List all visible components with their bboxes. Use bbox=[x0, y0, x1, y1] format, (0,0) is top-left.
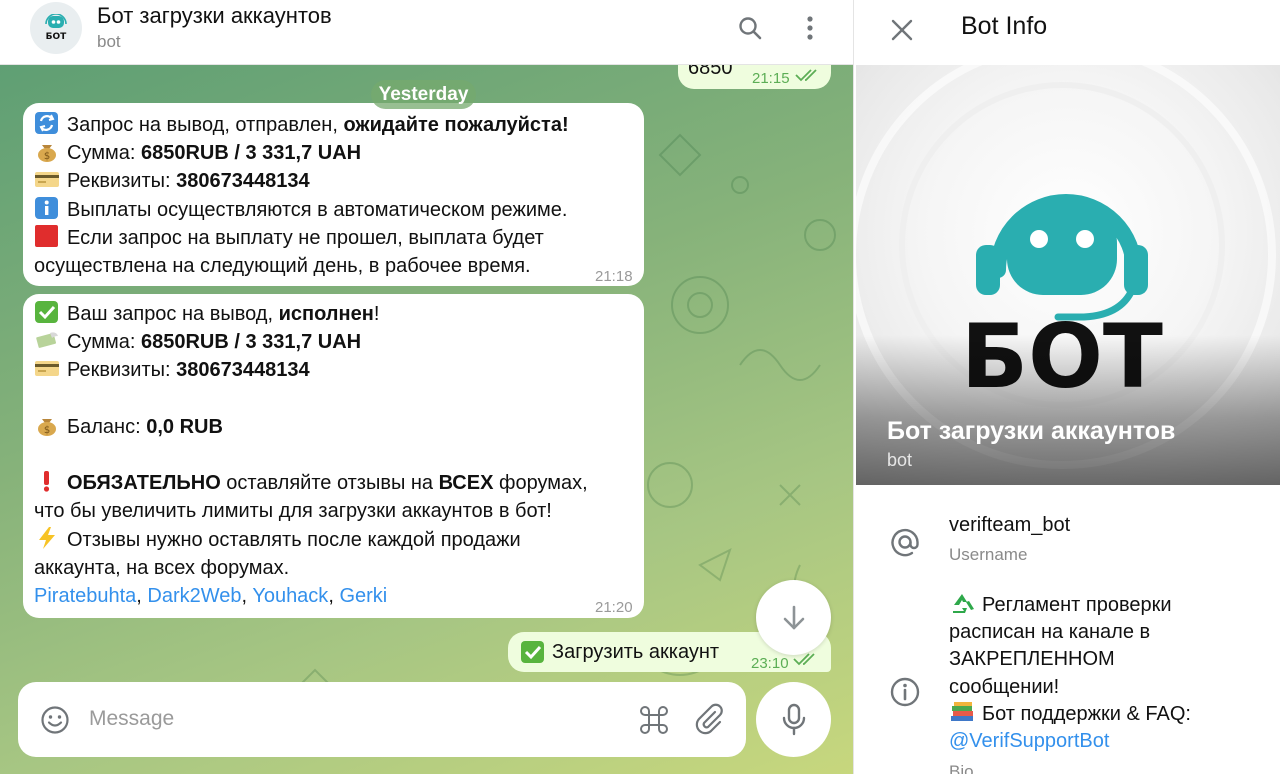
message-text: Загрузить аккаунт bbox=[552, 641, 720, 663]
message-line: Выплаты осуществляются в автоматическом … bbox=[34, 196, 569, 224]
bio-line: расписан на канале в bbox=[949, 621, 1151, 644]
profile-subtitle: bot bbox=[887, 450, 913, 470]
message-line: что бы увеличить лимиты для загрузки акк… bbox=[34, 500, 552, 523]
command-icon[interactable] bbox=[638, 704, 670, 736]
link-youhack[interactable]: Youhack bbox=[252, 585, 328, 607]
more-vertical-icon bbox=[807, 16, 813, 40]
money-bag-emoji-icon: $ bbox=[38, 418, 56, 436]
profile-name: Бот загрузки аккаунтов bbox=[887, 417, 1176, 445]
svg-text:$: $ bbox=[44, 425, 50, 436]
message-time: 21:18 bbox=[595, 268, 633, 285]
forum-links: Piratebuhta, Dark2Web, Youhack, Gerki bbox=[34, 585, 388, 607]
message-line: ОБЯЗАТЕЛЬНО оставляйте отзывы на ВСЕХ фо… bbox=[34, 469, 588, 497]
username-value[interactable]: verifteam_bot bbox=[949, 512, 1070, 539]
chat-subtitle: bot bbox=[97, 32, 121, 51]
message-line: Ваш запрос на вывод, исполнен! bbox=[34, 300, 588, 328]
bio-label: Bio bbox=[949, 762, 974, 774]
link-piratebuhta[interactable]: Piratebuhta bbox=[34, 585, 136, 607]
chat-title[interactable]: Бот загрузки аккаунтов bbox=[97, 3, 332, 29]
books-emoji-icon bbox=[951, 701, 973, 721]
arrow-down-icon bbox=[783, 605, 804, 629]
bio-line: сообщении! bbox=[949, 675, 1060, 698]
photo-gradient bbox=[856, 335, 1280, 485]
profile-photo[interactable]: БОТ Бот загрузки аккаунтов bot bbox=[856, 65, 1280, 485]
recycle-emoji-icon bbox=[953, 594, 974, 613]
close-button[interactable] bbox=[884, 12, 920, 48]
link-gerki[interactable]: Gerki bbox=[339, 585, 387, 607]
check-mark-emoji-icon bbox=[35, 301, 58, 323]
date-divider: Yesterday bbox=[371, 80, 476, 109]
lightning-emoji-icon bbox=[39, 526, 55, 549]
robot-logo-icon bbox=[45, 14, 67, 28]
bot-info-panel: Bot Info БОТ Бот загрузки аккаунтов bot bbox=[853, 0, 1280, 774]
search-button[interactable] bbox=[732, 10, 768, 46]
avatar-text: БОТ bbox=[45, 32, 67, 42]
bio-text[interactable]: Регламент проверки расписан на канале в … bbox=[949, 592, 1191, 755]
message-line: Сумма: 6850RUB / 3 331,7 UAH bbox=[34, 328, 588, 356]
at-icon bbox=[887, 524, 923, 560]
search-icon bbox=[739, 17, 762, 40]
repeat-emoji-icon bbox=[35, 112, 58, 134]
telegram-window: БОТ Бот загрузки аккаунтов bot Yesterday… bbox=[0, 0, 1280, 774]
info-emoji-icon bbox=[35, 196, 58, 219]
paperclip-icon[interactable] bbox=[693, 703, 725, 737]
read-checks-icon bbox=[795, 69, 817, 82]
more-button[interactable] bbox=[792, 10, 828, 46]
scroll-to-bottom-button[interactable] bbox=[756, 580, 831, 655]
red-square-emoji-icon bbox=[35, 224, 58, 247]
message-composer[interactable]: Message bbox=[18, 682, 746, 757]
message-line: Если запрос на выплату не прошел, выплат… bbox=[34, 224, 569, 252]
voice-record-button[interactable] bbox=[756, 682, 831, 757]
chat-avatar[interactable]: БОТ bbox=[30, 2, 82, 54]
message-line: $ Сумма: 6850RUB / 3 331,7 UAH bbox=[34, 139, 569, 167]
message-line: $ Баланс: 0,0 RUB bbox=[34, 413, 588, 441]
bio-line: Бот поддержки & FAQ: bbox=[949, 701, 1191, 728]
credit-card-emoji-icon bbox=[35, 361, 59, 377]
close-icon bbox=[891, 19, 913, 41]
chat-pane: БОТ Бот загрузки аккаунтов bot Yesterday… bbox=[0, 0, 853, 774]
mic-icon bbox=[782, 703, 805, 735]
info-icon bbox=[887, 674, 923, 710]
support-bot-link[interactable]: @VerifSupportBot bbox=[949, 728, 1191, 755]
message-time: 21:20 bbox=[595, 599, 633, 616]
message-line: Реквизиты: 380673448134 bbox=[34, 356, 588, 384]
message-line: аккаунта, на всех форумах. bbox=[34, 556, 290, 579]
money-bag-emoji-icon: $ bbox=[38, 145, 56, 163]
link-dark2web[interactable]: Dark2Web bbox=[147, 585, 241, 607]
info-header: Bot Info bbox=[854, 0, 1280, 65]
message-input[interactable]: Message bbox=[89, 707, 174, 731]
message-bubble[interactable]: Ваш запрос на вывод, исполнен! Сумма: 68… bbox=[23, 294, 644, 618]
credit-card-emoji-icon bbox=[35, 172, 59, 188]
message-bubble[interactable]: Запрос на вывод, отправлен, ожидайте пож… bbox=[23, 103, 644, 286]
chat-header[interactable]: БОТ Бот загрузки аккаунтов bot bbox=[0, 0, 853, 65]
message-line: Реквизиты: 380673448134 bbox=[34, 167, 569, 195]
check-mark-emoji-icon bbox=[521, 641, 544, 663]
emoji-icon[interactable] bbox=[40, 705, 70, 735]
exclamation-emoji-icon bbox=[43, 471, 50, 492]
bio-line: Регламент проверки bbox=[949, 592, 1191, 619]
message-time: 21:15 bbox=[752, 70, 790, 87]
money-wings-emoji-icon bbox=[36, 332, 58, 349]
message-time: 23:10 bbox=[751, 655, 789, 672]
info-title: Bot Info bbox=[961, 12, 1048, 40]
message-line: Запрос на вывод, отправлен, ожидайте пож… bbox=[34, 111, 569, 139]
username-label: Username bbox=[949, 545, 1028, 564]
message-line: осуществлена на следующий день, в рабоче… bbox=[34, 255, 531, 278]
message-line: Отзывы нужно оставлять после каждой прод… bbox=[34, 526, 588, 554]
svg-text:$: $ bbox=[44, 151, 50, 162]
bio-line: ЗАКРЕПЛЕННОМ bbox=[949, 648, 1115, 671]
